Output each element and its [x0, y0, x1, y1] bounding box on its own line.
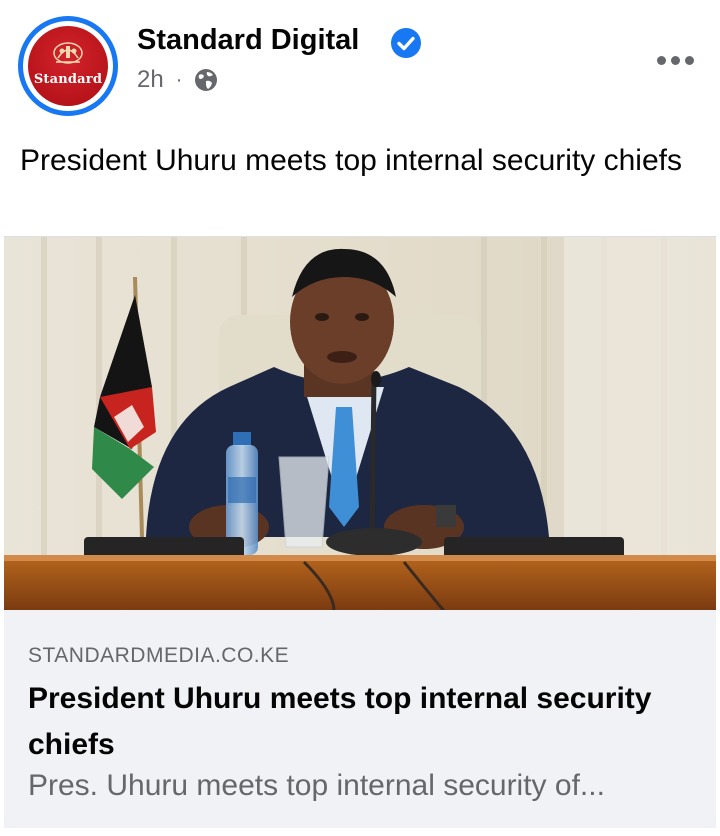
standard-logo: Standard: [28, 26, 108, 106]
post-timestamp[interactable]: 2h: [137, 66, 164, 94]
link-description: Pres. Uhuru meets top internal security …: [28, 769, 605, 802]
post-header: Standard Standard Digital 2h ·: [0, 0, 720, 130]
link-domain: STANDARDMEDIA.CO.KE: [28, 644, 290, 667]
more-dot-icon: [670, 55, 680, 65]
globe-icon[interactable]: [194, 68, 218, 92]
more-dot-icon: [684, 55, 694, 65]
president-photo: [4, 237, 716, 611]
post-divider: [0, 828, 720, 836]
more-options-button[interactable]: [650, 46, 700, 74]
page-avatar[interactable]: Standard: [18, 16, 118, 116]
crest-icon: [53, 42, 83, 64]
facebook-post: Standard Standard Digital 2h · President…: [0, 0, 720, 836]
post-meta: 2h ·: [137, 66, 218, 94]
verified-badge-icon: [391, 28, 421, 58]
post-photo[interactable]: [4, 236, 716, 611]
meta-separator: ·: [175, 68, 183, 91]
page-name[interactable]: Standard Digital: [137, 24, 359, 57]
avatar-frame: Standard: [23, 21, 113, 111]
link-title[interactable]: President Uhuru meets top internal secur…: [28, 676, 698, 768]
more-dot-icon: [656, 55, 666, 65]
post-caption: President Uhuru meets top internal secur…: [20, 144, 682, 177]
logo-text: Standard: [33, 72, 103, 87]
